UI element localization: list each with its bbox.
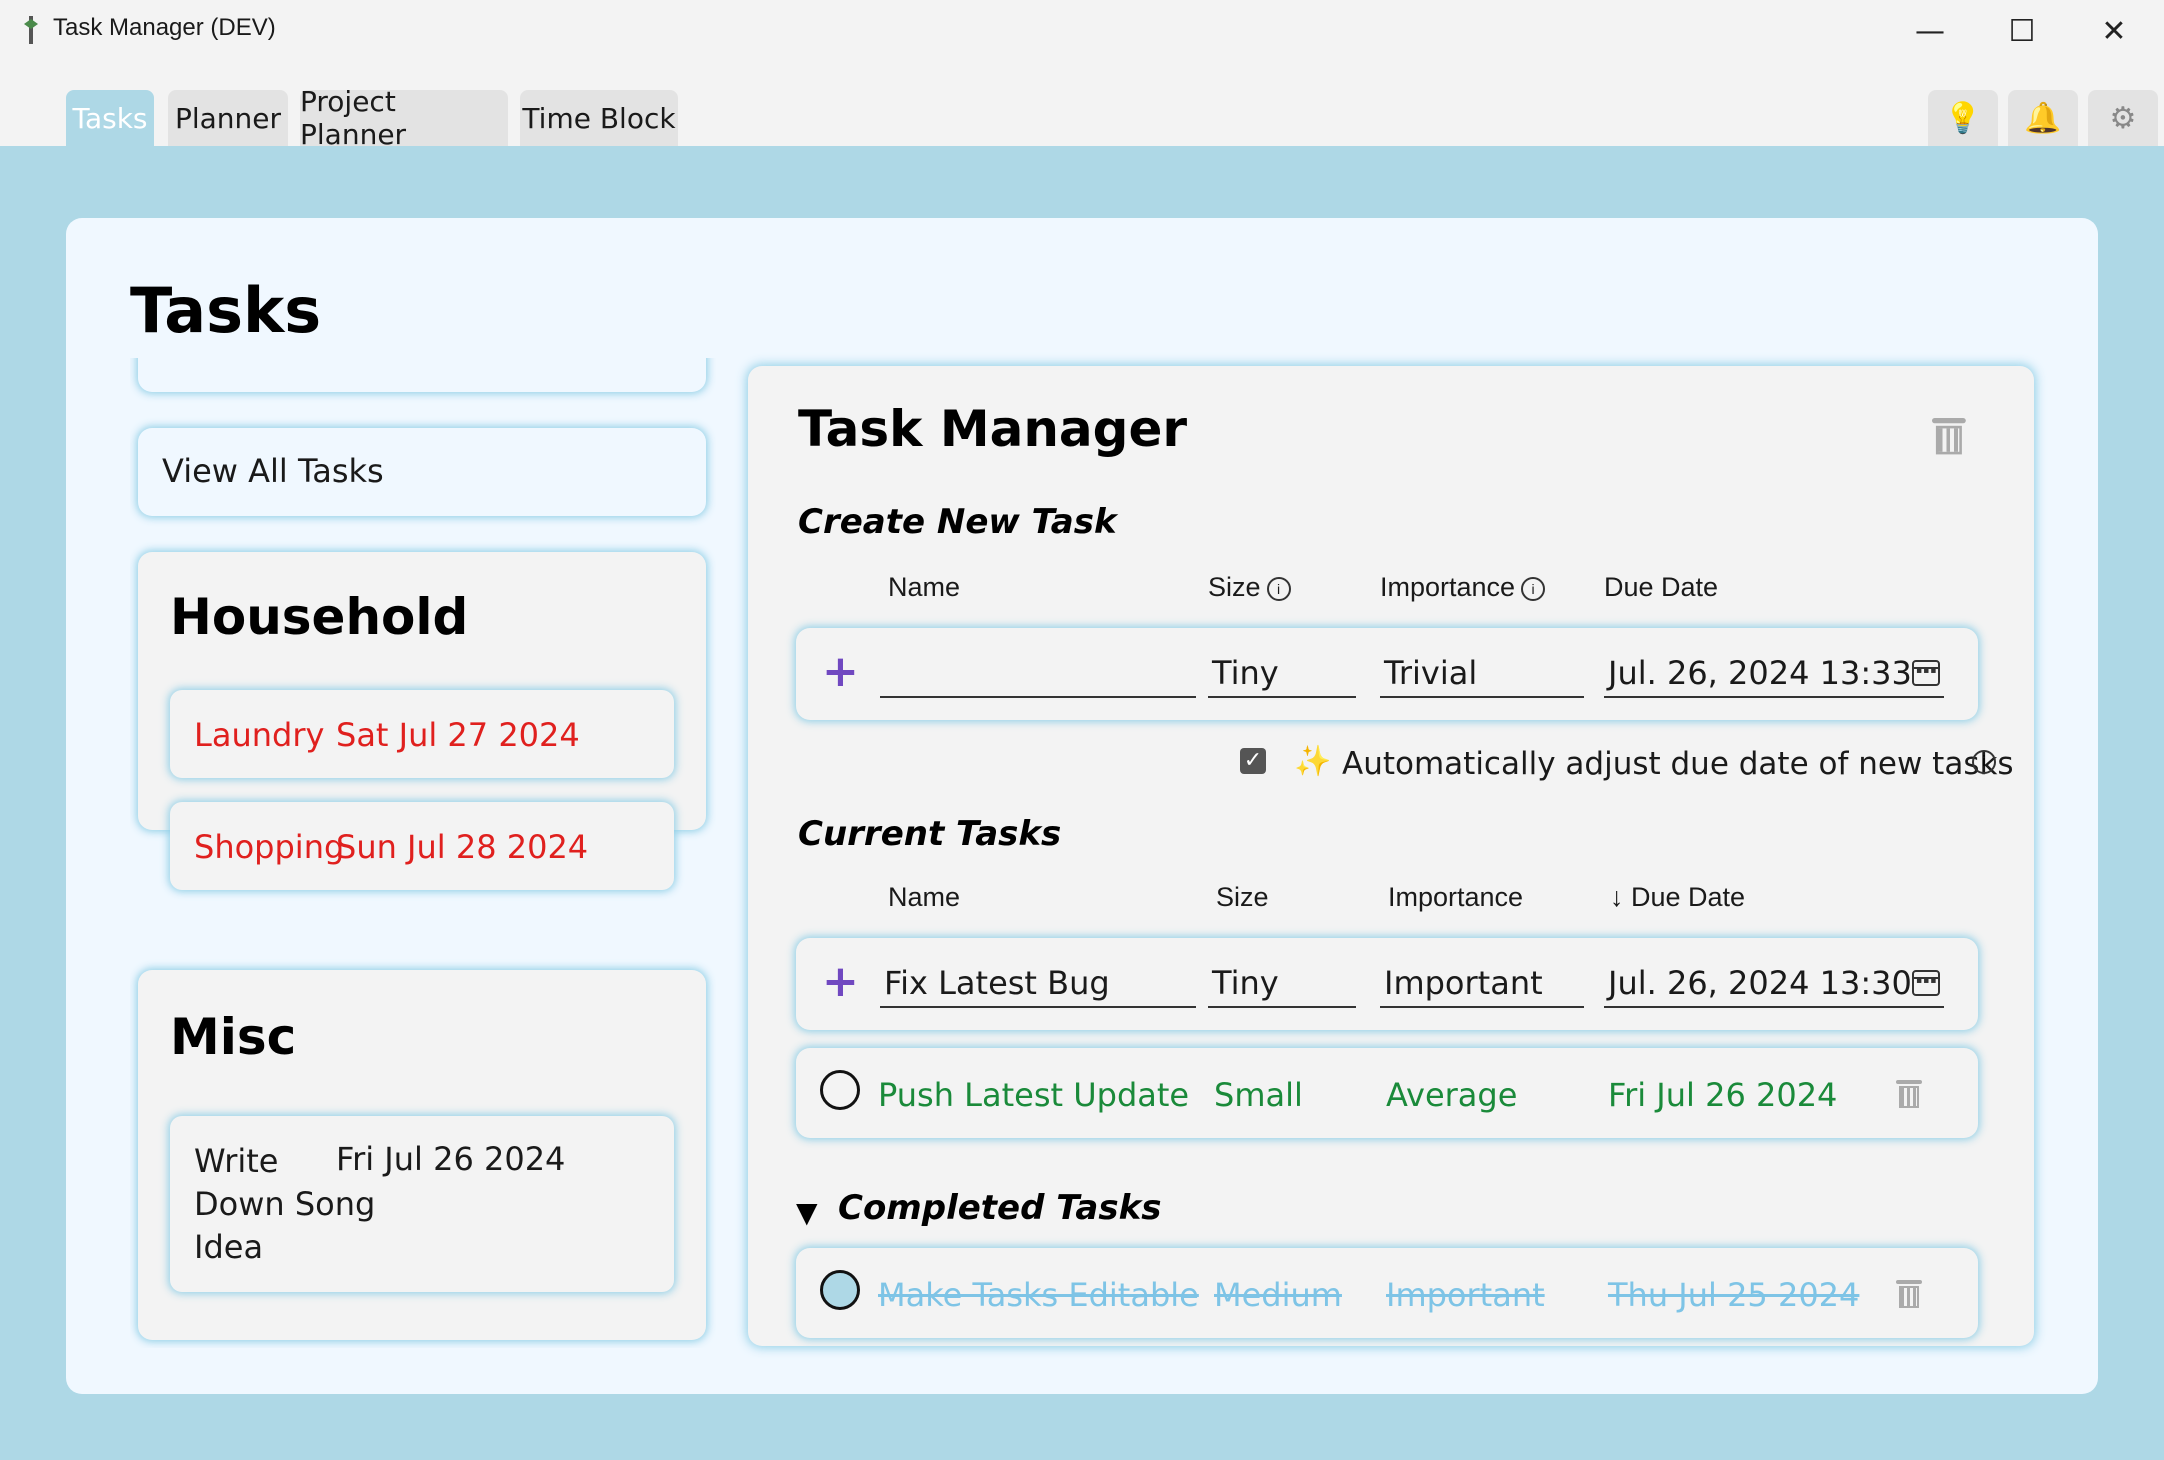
info-icon[interactable]: i (1521, 576, 1546, 601)
table-row[interactable]: Make Tasks Editable Medium Important Thu… (796, 1248, 1978, 1338)
tab-bar: Tasks Planner Project Planner Time Block… (0, 62, 2164, 151)
tab-project-planner[interactable]: Project Planner (300, 85, 508, 151)
list-item[interactable]: Laundry Sat Jul 27 2024 (170, 690, 674, 778)
title-bar: Task Manager (DEV) — ☐ ✕ (0, 0, 2164, 62)
auto-adjust-checkbox[interactable]: ✓ (1240, 748, 1266, 774)
task-importance: Important (1386, 1276, 1545, 1314)
uncomplete-task-checkbox[interactable] (820, 1270, 860, 1310)
delete-trash-icon[interactable] (1896, 1080, 1922, 1108)
column-header-due-date-sorted[interactable]: ↓ Due Date (1610, 882, 1745, 913)
task-size: Small (1214, 1076, 1303, 1114)
task-due-date: Thu Jul 25 2024 (1608, 1276, 1860, 1314)
task-importance-select[interactable]: Important (1380, 958, 1584, 1008)
create-task-heading: Create New Task (798, 502, 1117, 542)
completed-tasks-heading[interactable]: Completed Tasks (838, 1188, 1161, 1228)
new-task-size-select[interactable]: Tiny (1208, 648, 1356, 698)
delete-trash-icon[interactable] (1896, 1280, 1922, 1308)
edit-task-row: + Fix Latest Bug Tiny Important Jul. 26,… (796, 938, 1978, 1030)
create-task-row: + Tiny Trivial Jul. 26, 2024 13:33 (796, 628, 1978, 720)
task-name: Push Latest Update (878, 1076, 1190, 1114)
gear-icon[interactable]: ⚙ (2088, 90, 2158, 146)
list-item[interactable]: Write Down Song Idea Fri Jul 26 2024 (170, 1116, 674, 1292)
tab-tasks[interactable]: Tasks (66, 90, 154, 146)
new-task-name-input[interactable] (880, 648, 1196, 698)
panel-title: Task Manager (798, 400, 1188, 458)
save-task-plus-icon[interactable]: + (822, 958, 859, 1006)
task-date: Fri Jul 26 2024 (336, 1140, 566, 1178)
current-tasks-heading: Current Tasks (798, 814, 1062, 854)
group-title: Household (170, 588, 469, 646)
group-card-partial (138, 358, 706, 392)
group-card-household[interactable]: Household Laundry Sat Jul 27 2024 (138, 552, 706, 830)
info-icon[interactable]: i (1266, 576, 1291, 601)
task-importance: Average (1386, 1076, 1518, 1114)
group-card-misc[interactable]: Misc Write Down Song Idea Fri Jul 26 202… (138, 970, 706, 1340)
info-icon[interactable]: i (1972, 750, 1996, 774)
auto-adjust-label: Automatically adjust due date of new tas… (1342, 746, 2014, 782)
calendar-icon[interactable] (1912, 970, 1940, 996)
column-header-due-date: Due Date (1604, 572, 1719, 602)
collapse-toggle-icon[interactable]: ▼ (796, 1196, 818, 1229)
task-due-date: Fri Jul 26 2024 (1608, 1076, 1838, 1114)
complete-task-checkbox[interactable] (820, 1070, 860, 1110)
tab-planner[interactable]: Planner (168, 90, 288, 146)
maximize-button[interactable]: ☐ (1982, 0, 2062, 62)
task-manager-panel: Task Manager Create New Task Name Size i … (748, 366, 2034, 1346)
column-header-size[interactable]: Size (1216, 882, 1269, 913)
column-header-size: Size i (1208, 572, 1291, 603)
delete-group-trash-icon[interactable] (1932, 418, 1966, 455)
view-all-tasks-button[interactable]: View All Tasks (138, 428, 706, 516)
bell-icon[interactable]: 🔔 (2008, 90, 2078, 146)
group-title: Misc (170, 1008, 297, 1066)
task-size-select[interactable]: Tiny (1208, 958, 1356, 1008)
column-header-importance: Importance i (1380, 572, 1546, 603)
task-due-date-input[interactable]: Jul. 26, 2024 13:30 (1604, 958, 1944, 1008)
minimize-button[interactable]: — (1890, 0, 1970, 62)
close-button[interactable]: ✕ (2074, 0, 2154, 62)
task-date: Sun Jul 28 2024 (336, 828, 589, 866)
window-title: Task Manager (DEV) (53, 14, 276, 41)
page-title: Tasks (130, 274, 322, 347)
column-header-name[interactable]: Name (888, 882, 960, 913)
calendar-icon[interactable] (1912, 660, 1940, 686)
new-task-due-date-input[interactable]: Jul. 26, 2024 13:33 (1604, 648, 1944, 698)
app-icon (24, 16, 38, 44)
task-name-input[interactable]: Fix Latest Bug (880, 958, 1196, 1008)
new-task-importance-select[interactable]: Trivial (1380, 648, 1584, 698)
tab-time-block[interactable]: Time Block (520, 90, 678, 146)
task-groups-column: View All Tasks Household Laundry Sat Jul… (130, 358, 716, 1348)
list-item[interactable]: Shopping Sun Jul 28 2024 (170, 802, 674, 890)
sparkle-icon: ✨ (1294, 744, 1332, 779)
task-name: Shopping (194, 828, 345, 866)
task-name: Laundry (194, 716, 325, 754)
view-all-tasks-label: View All Tasks (162, 452, 384, 490)
column-header-importance[interactable]: Importance (1388, 882, 1523, 913)
column-header-name: Name (888, 572, 961, 602)
table-row[interactable]: Push Latest Update Small Average Fri Jul… (796, 1048, 1978, 1138)
task-name: Make Tasks Editable (878, 1276, 1199, 1314)
lightbulb-icon[interactable]: 💡 (1928, 90, 1998, 146)
add-task-plus-icon[interactable]: + (822, 648, 859, 696)
task-date: Sat Jul 27 2024 (336, 716, 580, 754)
task-size: Medium (1214, 1276, 1342, 1314)
